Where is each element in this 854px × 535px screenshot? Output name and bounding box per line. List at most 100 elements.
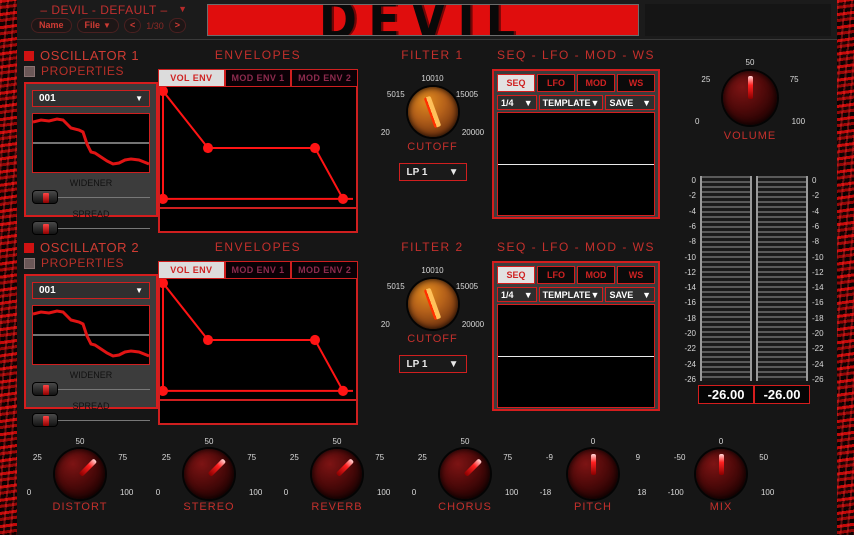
tab-mod-env-1[interactable]: MOD ENV 1 — [224, 261, 292, 279]
widener-slider[interactable] — [32, 190, 150, 204]
waveform-display[interactable] — [32, 305, 150, 365]
envelope-sub-strip[interactable] — [158, 209, 358, 233]
rate-value: 1/4 — [501, 97, 514, 108]
slider-handle[interactable] — [32, 190, 58, 204]
knob-stereo[interactable] — [180, 445, 238, 503]
chevron-down-icon: ▼ — [448, 358, 459, 370]
meter-scale-right: -10 — [812, 253, 824, 262]
knob-reverb[interactable] — [308, 445, 366, 503]
envelope-sub-strip[interactable] — [158, 401, 358, 425]
power-indicator-icon[interactable] — [24, 50, 34, 61]
oscillator-panel: 001 ▼ WIDENER SPREAD — [24, 82, 158, 235]
power-indicator-icon[interactable] — [24, 242, 34, 253]
filter-type-select[interactable]: LP 1 ▼ — [398, 355, 467, 373]
slider-track[interactable] — [58, 227, 150, 229]
save-select[interactable]: SAVE ▼ — [605, 287, 655, 302]
oscillator-preset-select[interactable]: 001 ▼ — [32, 282, 150, 299]
cutoff-knob[interactable] — [403, 275, 462, 333]
knob-tick-top: 10010 — [421, 74, 444, 83]
meter-scale-right: 0 — [812, 176, 817, 185]
filter-type-value: LP 1 — [406, 358, 428, 370]
devil-logo: DEVIL — [207, 4, 639, 36]
volume-knob[interactable] — [719, 67, 781, 129]
slider-handle[interactable] — [32, 221, 58, 235]
knob-tick-max: 100 — [504, 488, 519, 497]
meter-scale-right: -26 — [812, 375, 824, 384]
tab-mod-env-1[interactable]: MOD ENV 1 — [224, 69, 292, 87]
slider-handle[interactable] — [32, 382, 58, 396]
envelope-graph[interactable] — [158, 85, 358, 209]
cutoff-knob-unit: 10010 5015 15005 20 20000 CUTOFF — [381, 266, 484, 345]
knob-mix[interactable] — [692, 445, 750, 503]
meter-scale-right: -14 — [812, 283, 824, 292]
file-button-label: File — [84, 20, 101, 30]
sequencer-center-line — [498, 164, 654, 165]
knob-tick-top: 0 — [718, 437, 724, 446]
meter-scale-left: -4 — [688, 207, 696, 216]
rate-select[interactable]: 1/4 ▼ — [497, 95, 537, 110]
volume-label: VOLUME — [723, 130, 777, 142]
tab-mod[interactable]: MOD — [577, 266, 615, 284]
tab-vol-env[interactable]: VOL ENV — [158, 69, 225, 87]
knob-tick-low: 25 — [417, 453, 427, 463]
knob-tick-low: 25 — [32, 453, 42, 463]
knob-tick-low: 25 — [701, 74, 711, 84]
tab-mod[interactable]: MOD — [577, 74, 615, 92]
template-select[interactable]: TEMPLATE ▼ — [538, 95, 604, 110]
slider-handle[interactable] — [32, 413, 58, 427]
slider-track[interactable] — [58, 196, 150, 198]
knob-tick-min: -18 — [539, 488, 552, 497]
oscillator-properties-toggle[interactable]: PROPERTIES — [24, 256, 158, 270]
widener-slider[interactable] — [32, 382, 150, 396]
knob-tick-low: 25 — [289, 453, 299, 463]
spread-slider[interactable] — [32, 221, 150, 235]
sequencer-grid[interactable] — [497, 112, 655, 216]
tab-ws[interactable]: WS — [617, 74, 655, 92]
oscillator-panel: 001 ▼ WIDENER SPREAD — [24, 274, 158, 427]
tab-seq[interactable]: SEQ — [497, 74, 535, 92]
knob-pitch[interactable] — [564, 445, 622, 503]
knob-pointer — [423, 287, 442, 321]
sequencer-grid[interactable] — [497, 304, 655, 408]
knob-label-reverb: REVERB — [311, 501, 363, 513]
knob-chorus[interactable] — [436, 445, 494, 503]
tab-lfo[interactable]: LFO — [537, 266, 575, 284]
tab-seq[interactable]: SEQ — [497, 266, 535, 284]
template-select[interactable]: TEMPLATE ▼ — [538, 287, 604, 302]
knob-unit-distort: 50 25 75 0 100 DISTORT — [27, 437, 134, 513]
knob-tick-low: -50 — [673, 453, 686, 463]
filter-title: FILTER 1 — [401, 48, 464, 62]
knob-tick-max: 100 — [119, 488, 134, 497]
tab-mod-env-2[interactable]: MOD ENV 2 — [291, 261, 359, 279]
knob-pointer — [335, 458, 354, 477]
tab-vol-env[interactable]: VOL ENV — [158, 261, 225, 279]
knob-tick-high: 75 — [789, 74, 799, 84]
next-preset-button[interactable]: > — [168, 18, 187, 33]
knob-distort[interactable] — [51, 445, 109, 503]
save-select[interactable]: SAVE ▼ — [605, 95, 655, 110]
waveform-display[interactable] — [32, 113, 150, 173]
oscillator-properties-toggle[interactable]: PROPERTIES — [24, 64, 158, 78]
knob-tick-min: 0 — [283, 488, 289, 497]
spread-slider[interactable] — [32, 413, 150, 427]
seq-controls: 1/4 ▼ TEMPLATE ▼ SAVE ▼ — [497, 95, 655, 110]
cutoff-knob[interactable] — [403, 83, 462, 141]
knob-tick-top: 0 — [590, 437, 596, 446]
oscillator-preset-select[interactable]: 001 ▼ — [32, 90, 150, 107]
tab-lfo[interactable]: LFO — [537, 74, 575, 92]
prev-preset-button[interactable]: < — [123, 18, 142, 33]
tab-ws[interactable]: WS — [617, 266, 655, 284]
tab-mod-env-2[interactable]: MOD ENV 2 — [291, 69, 359, 87]
envelopes-section-2: ENVELOPES VOL ENV MOD ENV 1 MOD ENV 2 — [158, 240, 359, 425]
file-button[interactable]: File ▼ — [76, 18, 119, 33]
meter-scale-right: -22 — [812, 344, 824, 353]
slider-track[interactable] — [58, 419, 150, 421]
rate-select[interactable]: 1/4 ▼ — [497, 287, 537, 302]
envelope-graph[interactable] — [158, 277, 358, 401]
seq-section-title: SEQ - LFO - MOD - WS — [497, 48, 655, 62]
slider-track[interactable] — [58, 388, 150, 390]
name-button[interactable]: Name — [31, 18, 72, 33]
oscillator-properties-label: PROPERTIES — [41, 256, 125, 270]
filter-type-select[interactable]: LP 1 ▼ — [398, 163, 467, 181]
chevron-down-icon[interactable]: ▼ — [178, 4, 187, 14]
